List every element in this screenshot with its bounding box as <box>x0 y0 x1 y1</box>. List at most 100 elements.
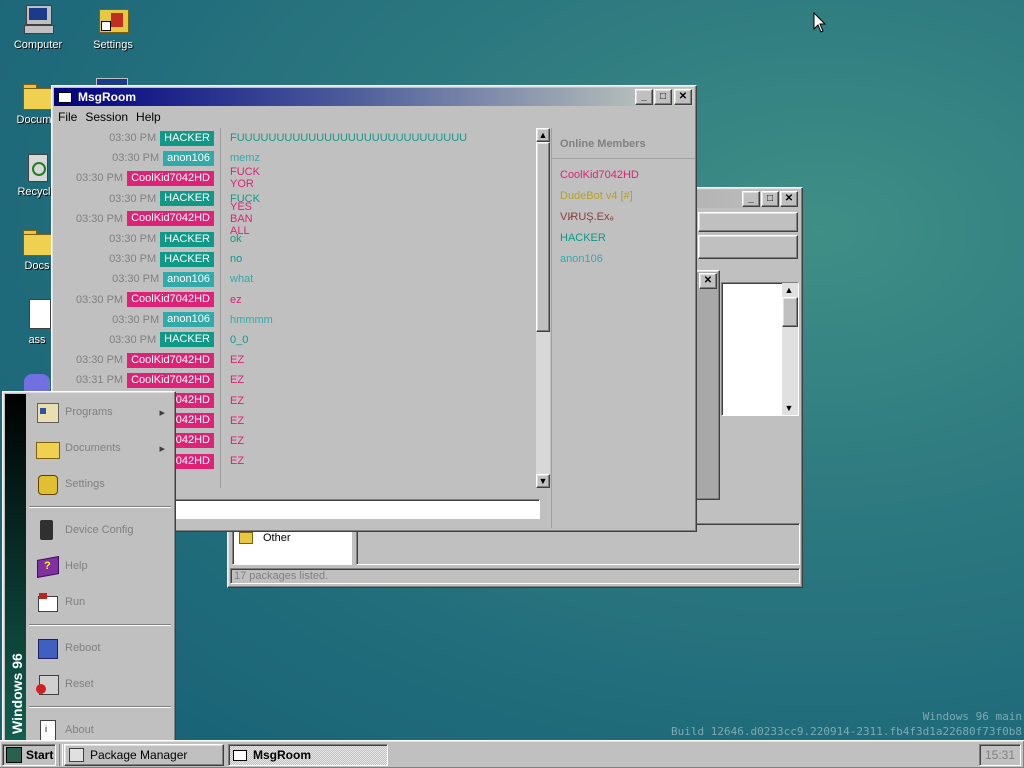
computer-icon <box>22 3 54 35</box>
minimize-button[interactable]: _ <box>635 89 653 105</box>
close-button[interactable]: ✕ <box>674 89 692 105</box>
document-icon <box>21 298 53 330</box>
watermark-line-1: Windows 96 main <box>922 710 1022 723</box>
start-item-reset[interactable]: Reset <box>27 666 173 702</box>
message-username-badge[interactable]: HACKER <box>160 130 214 146</box>
message-username-badge[interactable]: anon106 <box>163 271 214 287</box>
menu-bar: File Session Help <box>52 108 696 126</box>
message-text: EZ <box>230 394 245 407</box>
device-icon <box>35 518 59 542</box>
chat-message-row: 03:30 PM anon106 memz <box>54 148 260 168</box>
maximize-button[interactable]: □ <box>654 89 672 105</box>
start-item-device-config[interactable]: Device Config <box>27 512 173 548</box>
chat-message-row: 03:30 PM HACKER 0_0 <box>54 330 248 350</box>
folder-icon <box>21 78 53 110</box>
pm-description-box: ▲ ▼ <box>721 282 799 416</box>
start-item-reboot[interactable]: Reboot <box>27 630 173 666</box>
desktop-icon-computer[interactable]: Computer <box>3 3 73 51</box>
settings-icon <box>97 3 129 35</box>
message-input[interactable] <box>172 499 540 519</box>
mouse-cursor-icon <box>813 12 827 33</box>
desktop-icon-settings[interactable]: Settings <box>78 3 148 51</box>
message-username-badge[interactable]: 042HD <box>171 433 214 449</box>
start-menu: Windows 96 Programs ▸ Documents ▸ Settin… <box>2 391 176 743</box>
start-item-programs[interactable]: Programs ▸ <box>27 394 173 430</box>
pm-toolbar <box>698 212 798 232</box>
folder-icon <box>21 224 53 256</box>
pm-status-bar: 17 packages listed. <box>230 568 800 584</box>
chat-message-row: 03:30 PM HACKER ok <box>54 229 242 249</box>
start-button[interactable]: Start <box>2 744 56 766</box>
start-item-run[interactable]: Run <box>27 584 173 620</box>
message-time: 03:30 PM <box>112 313 160 326</box>
chat-scrollbar[interactable]: ▲ ▼ <box>536 128 550 488</box>
start-item-help[interactable]: ? Help <box>27 548 173 584</box>
message-text: EZ <box>230 414 245 427</box>
member-item[interactable]: HACKER <box>552 228 695 249</box>
message-text: no <box>230 253 243 266</box>
chevron-right-icon: ▸ <box>159 442 165 455</box>
member-item[interactable]: CoolKid7042HD <box>552 165 695 186</box>
system-tray-clock[interactable]: 15:31 <box>979 744 1021 766</box>
message-username-badge[interactable]: HACKER <box>160 332 214 348</box>
message-username-badge[interactable]: HACKER <box>160 191 214 207</box>
msgroom-titlebar[interactable]: MsgRoom _ □ ✕ <box>54 88 694 106</box>
start-menu-brand: Windows 96 <box>9 653 25 734</box>
message-time: 03:31 PM <box>76 374 124 387</box>
message-time: 03:30 PM <box>109 233 157 246</box>
start-item-settings[interactable]: Settings <box>27 466 173 502</box>
scroll-down-icon[interactable]: ▼ <box>536 474 550 488</box>
desktop-icon-label: Settings <box>93 39 133 51</box>
start-item-documents[interactable]: Documents ▸ <box>27 430 173 466</box>
pm-sub-close-button[interactable]: ✕ <box>699 273 717 289</box>
message-username-badge[interactable]: 042HD <box>171 413 214 429</box>
message-text: FUCK YOR <box>230 166 260 191</box>
message-username-badge[interactable]: 042HD <box>171 453 214 469</box>
scroll-up-icon[interactable]: ▲ <box>536 128 550 142</box>
status-text: 17 packages listed. <box>234 570 329 582</box>
task-package-manager[interactable]: Package Manager <box>64 744 224 766</box>
message-username-badge[interactable]: anon106 <box>163 312 214 328</box>
message-username-badge[interactable]: anon106 <box>163 150 214 166</box>
message-username-badge[interactable]: 042HD <box>171 393 214 409</box>
window-title: MsgRoom <box>78 90 136 104</box>
pm-scrollbar[interactable]: ▲ ▼ <box>782 283 798 415</box>
minimize-button[interactable]: _ <box>742 191 760 207</box>
message-time: 03:30 PM <box>109 192 157 205</box>
pm-toolbar-2 <box>698 235 798 259</box>
member-item[interactable]: DudeBot v4 [#] <box>552 186 695 207</box>
message-text: EZ <box>230 434 245 447</box>
member-item[interactable]: anon106 <box>552 249 695 270</box>
scroll-down-icon[interactable]: ▼ <box>782 401 796 415</box>
message-text: ok <box>230 233 242 246</box>
message-username-badge[interactable]: CoolKid7042HD <box>127 292 214 308</box>
maximize-button[interactable]: □ <box>761 191 779 207</box>
message-username-badge[interactable]: HACKER <box>160 231 214 247</box>
message-time: 03:30 PM <box>109 253 157 266</box>
message-username-badge[interactable]: CoolKid7042HD <box>127 170 214 186</box>
scroll-thumb[interactable] <box>536 142 550 332</box>
menu-help[interactable]: Help <box>134 110 167 124</box>
scroll-thumb[interactable] <box>782 297 798 327</box>
close-button[interactable]: ✕ <box>780 191 798 207</box>
message-username-badge[interactable]: CoolKid7042HD <box>127 352 214 368</box>
about-icon: i <box>35 718 59 742</box>
menu-session[interactable]: Session <box>83 110 134 124</box>
message-text: ez <box>230 293 242 306</box>
message-username-badge[interactable]: HACKER <box>160 251 214 267</box>
message-time: 03:30 PM <box>76 172 124 185</box>
recycle-bin-icon <box>21 150 53 182</box>
menu-file[interactable]: File <box>56 110 83 124</box>
chat-message-row: 03:30 PM HACKER FUCK <box>54 189 260 209</box>
member-item[interactable]: VI̷RUŞ.Exₔ <box>552 207 695 228</box>
message-time: 03:30 PM <box>109 132 157 145</box>
start-label: Start <box>26 748 54 762</box>
scroll-up-icon[interactable]: ▲ <box>782 283 796 297</box>
reset-icon <box>35 672 59 696</box>
task-msgroom[interactable]: MsgRoom <box>228 744 388 766</box>
chat-message-row: 03:30 PM HACKER FUUUUUUUUUUUUUUUUUUUUUUUUU… <box>54 128 467 148</box>
message-text: memz <box>230 152 260 165</box>
message-username-badge[interactable]: CoolKid7042HD <box>127 372 214 388</box>
message-text: YES BAN ALL <box>230 200 253 237</box>
message-username-badge[interactable]: CoolKid7042HD <box>127 211 214 227</box>
